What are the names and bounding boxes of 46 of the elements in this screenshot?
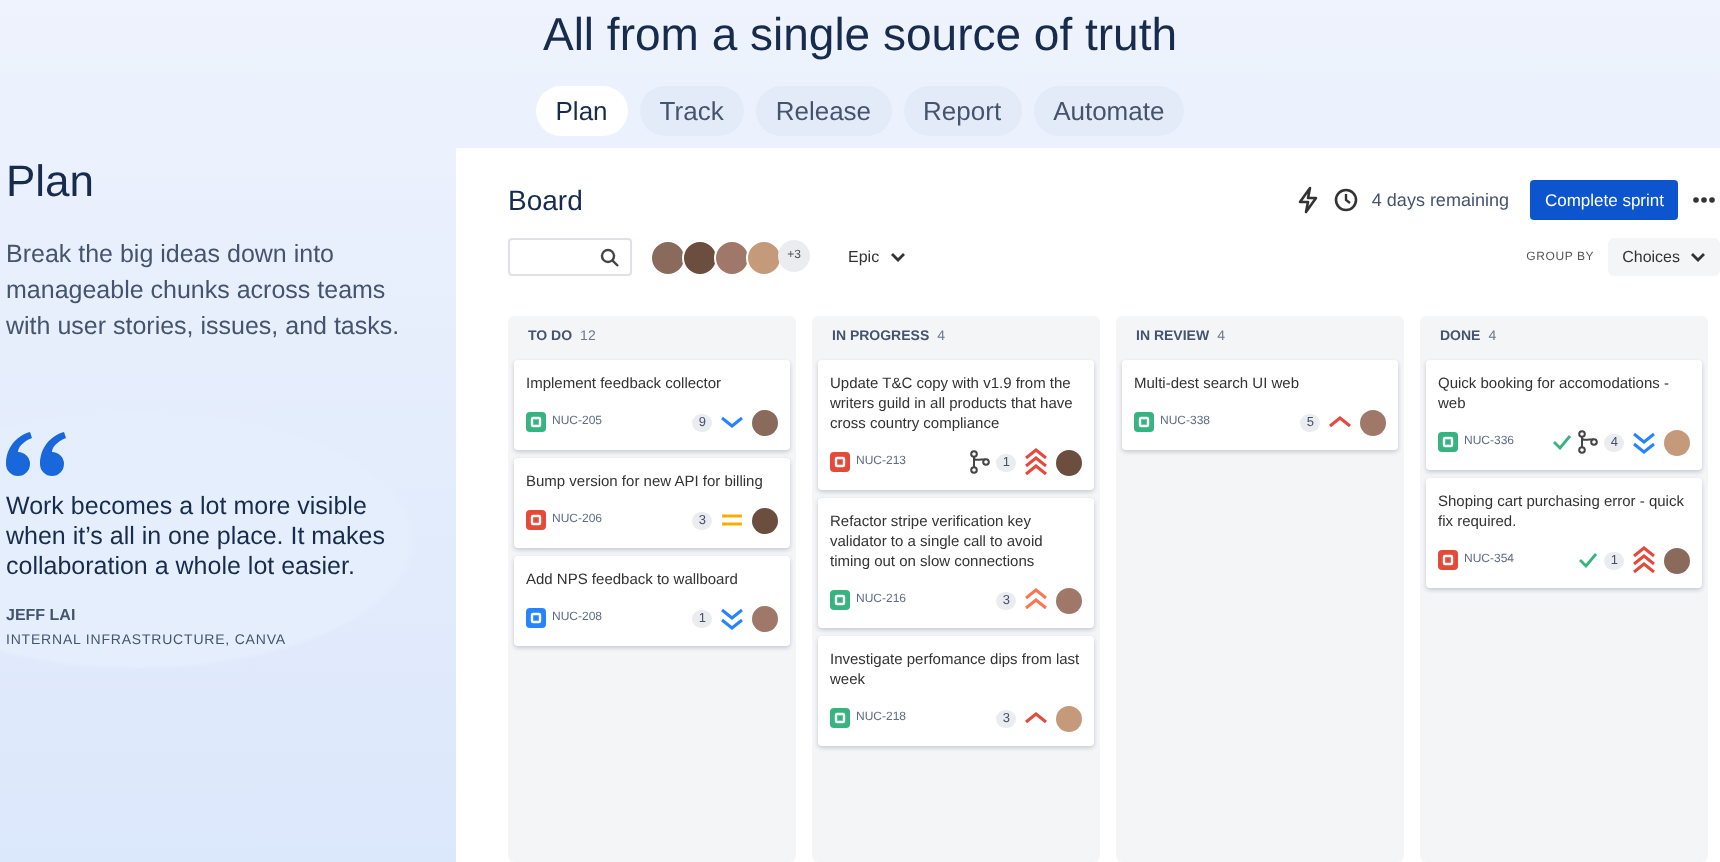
priority-icon (1022, 446, 1050, 478)
assignee-avatar (752, 409, 778, 435)
tab[interactable]: Report (903, 86, 1022, 136)
section-description: Break the big ideas down into manageable chunks across teams with user stories, issues, and tasks. (6, 238, 402, 344)
time-remaining: 4 days remaining (1371, 190, 1509, 210)
complete-sprint-button[interactable]: Complete sprint (1530, 180, 1678, 220)
search-icon (600, 247, 620, 267)
story-icon (1134, 412, 1154, 432)
assignee-avatar (752, 507, 778, 533)
priority-icon (1630, 544, 1658, 576)
group-by-dropdown[interactable]: Choices (1608, 238, 1720, 276)
avatar[interactable] (650, 239, 686, 275)
quote-text: Work becomes a lot more visible when it’s all in one place. It makes collaboration a whole lot easier. (6, 492, 387, 582)
assignee-avatar (1360, 409, 1386, 435)
assignee-avatar (1056, 449, 1082, 475)
avatar[interactable] (714, 239, 750, 275)
lightning-icon[interactable] (1295, 186, 1320, 214)
assignee-avatar (1664, 429, 1690, 455)
story-icon (830, 708, 850, 728)
quote-author: JEFF LAI (6, 606, 76, 624)
bug-icon (830, 452, 850, 472)
bug-icon (1438, 550, 1458, 570)
assignee-avatar (752, 605, 778, 631)
more-icon[interactable] (1692, 196, 1716, 204)
avatar[interactable] (682, 239, 718, 275)
tab[interactable]: Release (755, 86, 892, 136)
bug-icon (526, 510, 546, 530)
quote-icon (6, 432, 66, 476)
search-field[interactable] (508, 238, 632, 276)
chevron-icon (889, 251, 906, 263)
story-icon (1438, 432, 1458, 452)
section-title: Plan (6, 156, 97, 208)
board-title: Board (508, 184, 583, 216)
chevron-icon (1690, 251, 1706, 263)
assignee-avatar (1056, 705, 1082, 731)
headline: All from a single source of truth (540, 8, 1180, 62)
tab[interactable]: Plan (535, 86, 628, 136)
assignee-avatar (1664, 547, 1690, 573)
clock-icon (1333, 188, 1358, 212)
epic-dropdown[interactable]: Epic (836, 242, 918, 272)
assignee-avatar (1056, 587, 1082, 613)
tab[interactable]: Automate (1033, 86, 1185, 136)
tab[interactable]: Track (639, 86, 744, 136)
task-icon (526, 608, 546, 628)
story-icon (526, 412, 546, 432)
story-icon (830, 590, 850, 610)
